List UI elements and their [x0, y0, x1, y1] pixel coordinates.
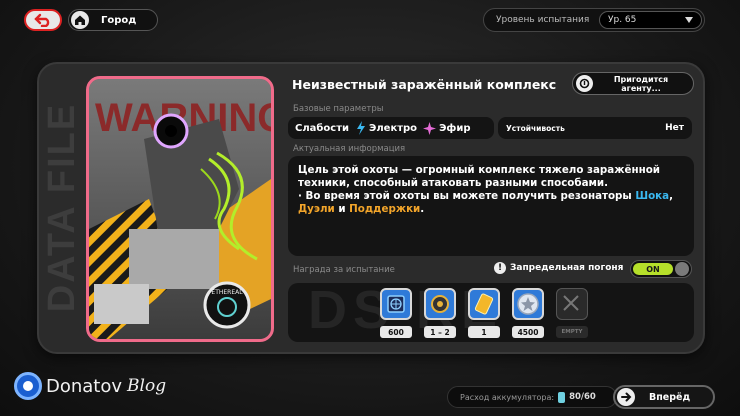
info-sep: ,	[669, 190, 673, 202]
extreme-chase: ! Запредельная погоня	[494, 262, 623, 274]
boss-title: Неизвестный заражённый комплекс	[292, 77, 557, 92]
reward-count: EMPTY	[556, 326, 588, 338]
info-end: .	[420, 203, 425, 215]
hint-agent-button[interactable]: Пригодится агенту...	[572, 72, 694, 95]
chase-label: Запредельная погоня	[510, 263, 624, 273]
reward-item-empty	[556, 288, 588, 320]
city-button[interactable]: Город	[68, 9, 158, 31]
watermark-blog: Blog	[127, 376, 167, 396]
star-coin-icon	[517, 293, 539, 315]
reward-label: Награда за испытание	[293, 265, 395, 275]
info-and: и	[334, 203, 350, 215]
watermark-logo-icon	[14, 372, 42, 400]
watermark-text: Donatov	[46, 375, 123, 397]
battery-icon	[558, 391, 566, 403]
reward-count: 1 – 2	[424, 326, 456, 338]
resonator-duel-link[interactable]: Дуэли	[298, 203, 335, 215]
energy-cost: Расход аккумулятора: 80/60	[447, 386, 617, 408]
reward-item[interactable]	[512, 288, 544, 320]
boss-card-image: WARNING ETHEREAL	[86, 76, 274, 342]
toggle-knob	[675, 262, 689, 276]
rewards-box: DS RE 600 1 – 2 1 4500 EMPTY	[288, 283, 694, 342]
go-button[interactable]: Вперёд	[613, 385, 715, 409]
info-line-1: Цель этой охоты — огромный комплекс тяже…	[298, 164, 660, 189]
current-info-label: Актуальная информация	[293, 144, 406, 154]
ether-label: Эфир	[439, 122, 471, 134]
hint-icon	[576, 75, 593, 92]
info-icon[interactable]: !	[494, 262, 506, 274]
chase-toggle[interactable]: ON	[630, 260, 692, 278]
top-bar: Город Уровень испытания Ур. 65	[0, 0, 740, 40]
reward-item[interactable]	[424, 288, 456, 320]
ether-icon	[423, 121, 437, 135]
back-arrow-icon	[34, 13, 50, 27]
back-button[interactable]	[24, 9, 62, 31]
site-watermark: Donatov Blog	[14, 372, 166, 400]
data-file-watermark: DATA FILE	[41, 62, 85, 352]
city-label: Город	[101, 14, 137, 26]
reward-item[interactable]	[468, 288, 500, 320]
arrow-right-icon	[617, 388, 635, 406]
gear-material-icon	[431, 295, 449, 313]
level-dropdown[interactable]: Ур. 65	[599, 11, 702, 29]
resistance-box: Устойчивость Нет	[498, 117, 692, 139]
weakness-box: Слабости Электро Эфир	[288, 117, 494, 139]
resistance-value: Нет	[665, 123, 684, 133]
data-file-text: DATA FILE	[41, 102, 84, 312]
reward-item[interactable]	[380, 288, 412, 320]
level-value: Ур. 65	[608, 15, 637, 25]
energy-label: Расход аккумулятора:	[460, 392, 555, 402]
level-selector: Уровень испытания Ур. 65	[483, 8, 705, 32]
toggle-on-label: ON	[633, 263, 673, 275]
resonator-shock-link[interactable]: Шока	[635, 190, 669, 202]
reward-count: 600	[380, 326, 412, 338]
globe-chip-icon	[387, 295, 405, 313]
ether-element: Эфир	[423, 121, 471, 135]
battery-material-icon	[474, 293, 494, 315]
go-label: Вперёд	[649, 391, 691, 403]
info-prefix: · Во время этой охоты вы можете получить…	[298, 190, 636, 202]
reward-count: 1	[468, 326, 500, 338]
level-label: Уровень испытания	[496, 15, 590, 25]
energy-value: 80/60	[569, 392, 596, 402]
reward-count: 4500	[512, 326, 544, 338]
info-box: Цель этой охоты — огромный комплекс тяже…	[288, 156, 694, 256]
home-icon	[71, 11, 89, 29]
params-row: Слабости Электро Эфир Устойчивость Нет	[288, 117, 692, 139]
base-params-label: Базовые параметры	[293, 104, 384, 114]
empty-slot-icon	[563, 295, 579, 311]
weakness-label: Слабости	[295, 122, 349, 134]
electro-icon	[357, 121, 365, 135]
card-badge-text: ETHEREAL	[211, 289, 243, 296]
electro-label: Электро	[369, 122, 418, 134]
chevron-down-icon	[685, 17, 693, 23]
info-line-2: · Во время этой охоты вы можете получить…	[298, 190, 684, 216]
resistance-label: Устойчивость	[506, 123, 565, 133]
resonator-support-link[interactable]: Поддержки	[349, 203, 420, 215]
electro-element: Электро	[355, 121, 417, 135]
hint-label: Пригодится агенту...	[613, 74, 669, 93]
